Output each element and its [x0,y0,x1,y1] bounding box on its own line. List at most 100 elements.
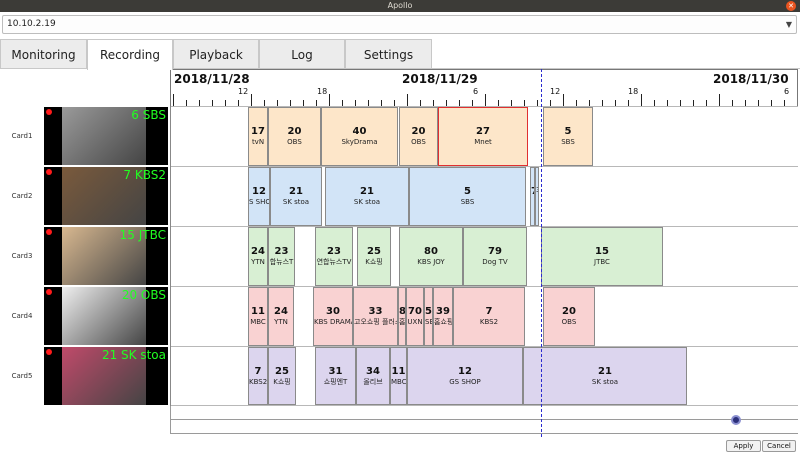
channel-number: 7 [531,186,534,198]
recording-schedule-grid[interactable]: 17 tvN 20 OBS 40 SkyDrama 20 OBS 27 Mnet 5 SBS… [170,106,798,406]
card-preview[interactable]: 21 SK stoa [44,347,168,405]
channel-number: 21 [289,186,303,197]
schedule-block[interactable]: 33 고오쇼핑 플러스 [353,287,398,346]
hour-label: 12 [238,87,249,96]
record-indicator-icon [46,229,52,235]
schedule-block[interactable]: 30 KBS DRAMA [313,287,353,346]
close-icon[interactable]: ✕ [786,1,796,11]
schedule-block[interactable]: 11 MBC [248,287,268,346]
ruler-tick [719,94,720,106]
schedule-block[interactable]: 21 SK stoa [523,347,687,405]
schedule-block[interactable]: 12 GS SHOP [407,347,523,405]
hour-label: 6 [473,87,479,96]
server-address-combo[interactable]: 10.10.2.19 ▼ [2,15,797,34]
schedule-block[interactable]: 5SBS [409,167,526,226]
channel-number: 25 [275,366,289,377]
channel-name: UXN [407,318,423,326]
channel-name: MBC [250,318,266,326]
schedule-block[interactable]: 21 SK stoa [270,167,322,226]
schedule-block[interactable]: 23 연합뉴스TV [315,227,353,286]
channel-number: 21 [360,186,374,197]
hour-label: 6 [784,87,790,96]
schedule-block[interactable]: 3 [535,167,539,226]
channel-number: 39 [436,306,450,317]
channel-name: 합뉴스T [269,258,294,266]
ruler-tick [329,94,330,106]
channel-number: 7 [254,366,262,377]
channel-overlay: 20 OBS [121,288,166,302]
channel-name: JTBC [594,258,610,266]
schedule-block[interactable]: 80 KBS JOY [399,227,463,286]
channel-number: 20 [562,306,576,317]
schedule-block[interactable]: 79 Dog TV [463,227,527,286]
channel-name: KBS JOY [417,258,445,266]
channel-number: 70 [408,306,422,317]
schedule-block[interactable]: 39 홈쇼핑 [433,287,453,346]
channel-name: tvN [251,138,265,146]
tab-recording[interactable]: Recording [87,39,173,70]
schedule-block[interactable]: 15 JTBC [541,227,663,286]
card-label: Card1 [11,132,33,140]
tab-settings[interactable]: Settings [345,39,432,69]
schedule-block[interactable]: 25 K쇼핑 [268,347,296,405]
channel-name: SBS [561,138,575,146]
channel-number: 80 [424,246,438,257]
schedule-block[interactable]: 24 YTN [268,287,294,346]
ruler-tick [563,94,564,106]
schedule-block[interactable]: 24 YTN [248,227,268,286]
schedule-block[interactable]: 21 SK stoa [325,167,409,226]
cancel-button[interactable]: Cancel [762,440,796,452]
schedule-block[interactable]: 7 KBS2 [248,347,268,405]
channel-name: MBC [391,378,407,386]
channel-name: 올리브 [363,378,383,386]
schedule-block[interactable]: 20 OBS [399,107,438,166]
apollo-window: Apollo ✕ 10.10.2.19 ▼ Monitoring Recordi… [0,0,800,455]
channel-number: 7 [485,306,493,317]
schedule-block-selected[interactable]: 27 Mnet [438,107,528,166]
timeline-ruler[interactable]: 2018/11/28 2018/11/29 2018/11/30 12 18 6… [170,69,798,106]
card-preview[interactable]: 7 KBS2 [44,167,168,225]
schedule-block[interactable]: 20 OBS [268,107,321,166]
timeline-scroll-handle[interactable] [731,415,741,425]
card-label: Card5 [11,372,33,380]
schedule-block[interactable]: 23 합뉴스T [268,227,295,286]
channel-overlay: 6 SBS [131,108,166,122]
record-indicator-icon [46,169,52,175]
apply-button[interactable]: Apply [726,440,761,452]
tab-log[interactable]: Log [259,39,345,69]
channel-name: KBS2 [479,318,499,326]
card-preview[interactable]: 15 JTBC [44,227,168,285]
card-label: Card3 [11,252,33,260]
channel-number: 23 [274,246,289,257]
schedule-block[interactable]: 40 SkyDrama [321,107,398,166]
card-preview[interactable]: 6 SBS [44,107,168,165]
scroll-track-top [170,419,798,420]
card-preview[interactable]: 20 OBS [44,287,168,345]
schedule-block[interactable]: 70 UXN [406,287,424,346]
date-label: 2018/11/29 [402,72,478,86]
schedule-block[interactable]: 7 KBS2 [453,287,525,346]
channel-name: SK stoa [353,198,381,206]
tab-playback[interactable]: Playback [173,39,259,69]
schedule-block[interactable]: 8홈 [398,287,406,346]
schedule-block[interactable]: 34 올리브 [356,347,390,405]
chevron-down-icon[interactable]: ▼ [786,16,792,33]
hour-label: 18 [317,87,328,96]
schedule-block[interactable]: 25 K쇼핑 [357,227,391,286]
schedule-block[interactable]: 5SBS [543,107,593,166]
schedule-block[interactable]: 31 쇼핑엔T [315,347,356,405]
ruler-tick [797,94,798,106]
schedule-block[interactable]: 17 tvN [248,107,268,166]
channel-number: 11 [391,366,406,377]
schedule-block[interactable]: 5SBS [424,287,433,346]
record-indicator-icon [46,289,52,295]
schedule-block[interactable]: 12 S SHO [248,167,270,226]
tab-monitoring[interactable]: Monitoring [0,39,87,69]
schedule-block[interactable]: 20 OBS [543,287,595,346]
server-address-value: 10.10.2.19 [7,19,56,29]
channel-name: 고오쇼핑 플러스 [354,318,398,326]
channel-overlay: 7 KBS2 [123,168,166,182]
date-label: 2018/11/28 [174,72,250,86]
schedule-block[interactable]: 11 MBC [390,347,407,405]
channel-number: 34 [366,366,380,377]
